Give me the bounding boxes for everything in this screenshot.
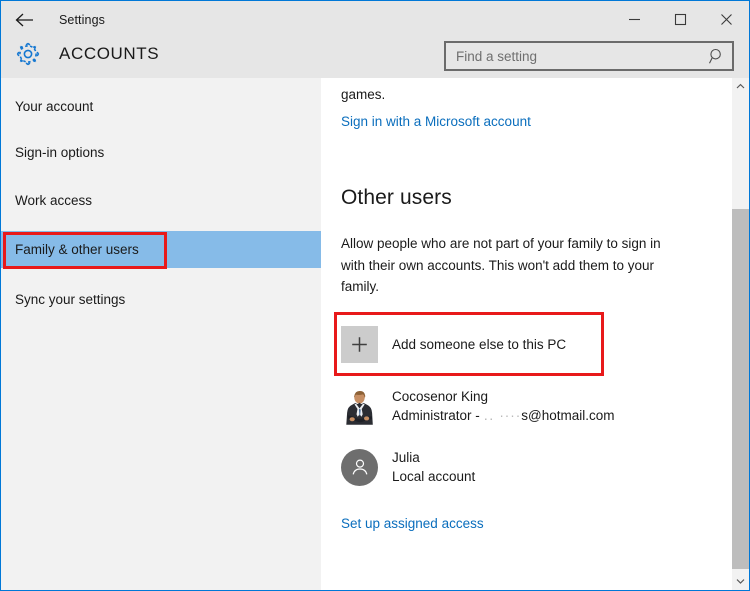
sidebar-item-label: Work access bbox=[15, 193, 93, 208]
account-detail: Administrator - ․․ ····s@hotmail.com bbox=[392, 406, 615, 425]
page-header: ACCOUNTS bbox=[1, 38, 749, 78]
account-name: Cocosenor King bbox=[392, 389, 489, 404]
search-box[interactable] bbox=[444, 41, 734, 71]
account-detail: Local account bbox=[392, 469, 476, 484]
sign-in-microsoft-account-link[interactable]: Sign in with a Microsoft account bbox=[341, 112, 531, 131]
app-title: Settings bbox=[59, 12, 105, 27]
maximize-icon bbox=[674, 13, 686, 26]
account-info: Cocosenor King Administrator - ․․ ····s@… bbox=[392, 387, 615, 425]
scrollbar-thumb[interactable] bbox=[732, 209, 749, 569]
chevron-down-icon bbox=[736, 579, 745, 584]
settings-sidebar: Your account Sign-in options Work access… bbox=[1, 78, 321, 590]
close-button[interactable] bbox=[703, 1, 749, 38]
page-title: ACCOUNTS bbox=[59, 44, 160, 63]
other-users-description: Allow people who are not part of your fa… bbox=[341, 236, 661, 294]
sidebar-item-label: Family & other users bbox=[15, 242, 139, 257]
truncated-paragraph-tail: games. bbox=[341, 87, 386, 102]
account-name: Julia bbox=[392, 450, 420, 465]
add-someone-else-button[interactable]: Add someone else to this PC bbox=[341, 321, 611, 367]
account-detail-redacted: ․․ ···· bbox=[483, 408, 522, 423]
search-icon[interactable] bbox=[708, 47, 726, 65]
sidebar-item-sync-your-settings[interactable]: Sync your settings bbox=[1, 281, 321, 318]
chevron-up-icon bbox=[736, 83, 745, 89]
plus-icon bbox=[341, 325, 378, 363]
account-detail-prefix: Administrator - bbox=[392, 408, 484, 423]
sidebar-item-your-account[interactable]: Your account bbox=[1, 88, 321, 125]
settings-window: Settings ACCOUNTS Find a setting Your ac… bbox=[0, 0, 750, 591]
sidebar-item-label: Your account bbox=[15, 99, 94, 114]
close-icon bbox=[720, 14, 732, 25]
back-button[interactable] bbox=[1, 1, 48, 38]
maximize-button[interactable] bbox=[657, 1, 703, 38]
sidebar-item-label: Sign-in options bbox=[15, 145, 105, 160]
add-someone-else-label: Add someone else to this PC bbox=[392, 336, 567, 352]
sidebar-item-sign-in-options[interactable]: Sign-in options bbox=[1, 134, 321, 171]
list-item[interactable]: Cocosenor King Administrator - ․․ ····s@… bbox=[341, 383, 671, 429]
sidebar-item-label: Sync your settings bbox=[15, 292, 126, 307]
back-arrow-icon bbox=[15, 13, 33, 26]
minimize-button[interactable] bbox=[611, 1, 657, 38]
gear-icon bbox=[13, 39, 43, 69]
minimize-icon bbox=[628, 18, 640, 21]
search-input[interactable] bbox=[446, 43, 708, 69]
scroll-down-button[interactable] bbox=[732, 573, 749, 590]
account-info: Julia Local account bbox=[392, 448, 475, 486]
sidebar-item-family-other-users[interactable]: Family & other users bbox=[1, 231, 321, 268]
user-photo-avatar bbox=[341, 387, 378, 425]
account-detail-suffix: s@hotmail.com bbox=[521, 408, 615, 423]
other-users-heading: Other users bbox=[341, 186, 452, 209]
content-scrollbar[interactable] bbox=[732, 78, 749, 590]
scroll-up-button[interactable] bbox=[732, 78, 749, 95]
list-item[interactable]: Julia Local account bbox=[341, 444, 671, 490]
generic-person-avatar bbox=[341, 448, 378, 486]
sidebar-item-work-access[interactable]: Work access bbox=[1, 182, 321, 219]
title-bar: Settings bbox=[1, 1, 749, 38]
settings-content: games. Sign in with a Microsoft account … bbox=[323, 78, 749, 590]
window-controls bbox=[611, 1, 749, 38]
set-up-assigned-access-link[interactable]: Set up assigned access bbox=[341, 514, 484, 533]
